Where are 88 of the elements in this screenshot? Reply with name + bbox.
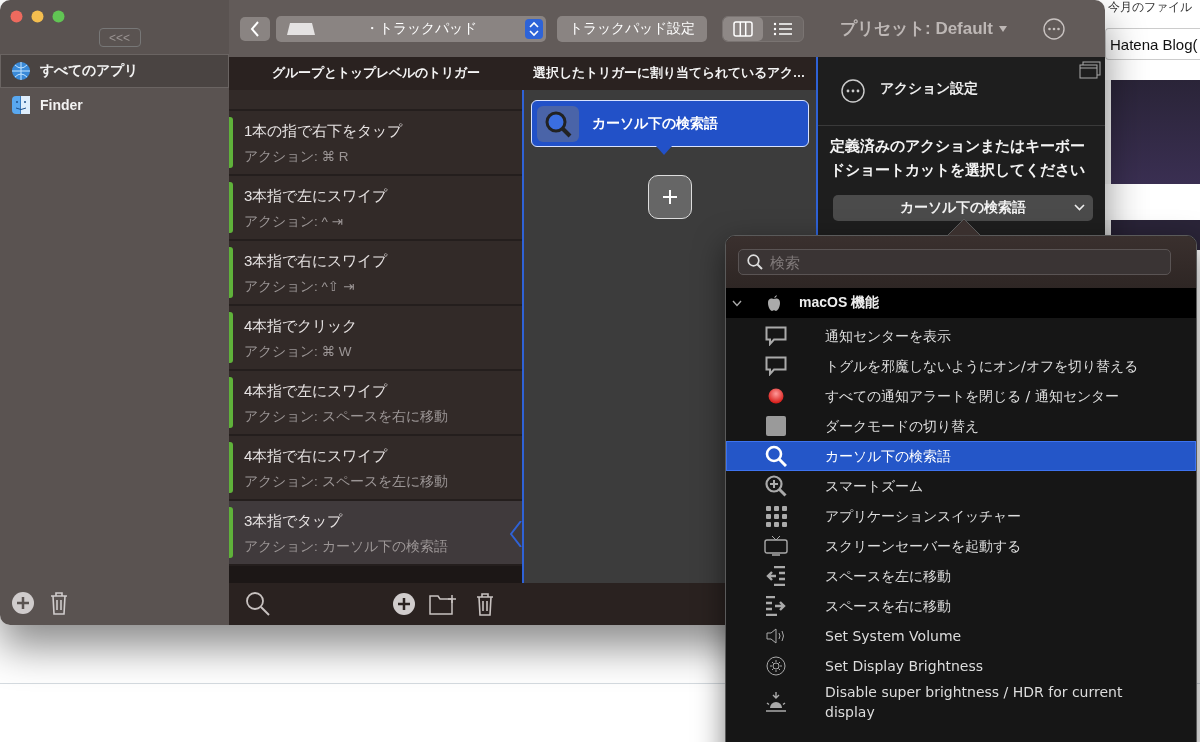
instruction-text: 定義済みのアクションまたはキーボードショートカットを選択してください [829,136,1086,180]
page-heading: 今月のファイル [1107,0,1193,14]
add-action-button[interactable] [648,175,692,219]
trigger-title: 3本指で左にスワイプ [244,187,388,206]
sidebar-item[interactable]: すべてのアプリ [0,54,229,88]
trigger-action: アクション: ^ ⇥ [244,213,344,231]
dot-icon [768,388,784,404]
column-header: 選択したトリガーに割り当てられているアク… [522,57,816,90]
trigger-title: 1本の指で右下をタップ [244,122,403,141]
action-dropdown[interactable]: カーソル下の検索語 [833,195,1093,221]
action-option[interactable]: Disable super brightness / HDR for current display [726,681,1196,723]
trigger-row[interactable]: 3本指で右にスワイプ アクション: ^⇧ ⇥ [229,241,522,306]
disclosure-chevron-icon[interactable] [732,299,742,307]
action-option[interactable]: スペースを左に移動 [726,561,1196,591]
speech-bubble-icon [765,326,787,346]
trigger-action: アクション: スペースを左に移動 [244,473,448,491]
plus-icon [662,189,678,205]
device-selector[interactable]: ・トラックパッド [276,15,546,42]
action-option[interactable]: トグルを邪魔しないようにオン/オフを切り替える [726,351,1196,381]
stepper-icon [525,18,543,39]
search-icon [537,105,579,142]
brightness-icon [766,656,786,676]
square-icon [766,416,786,436]
trigger-title: 4本指で左にスワイプ [244,382,389,401]
more-icon[interactable] [841,79,865,103]
chevron-left-icon [250,20,260,37]
add-icon[interactable] [392,592,416,616]
trigger-row[interactable]: 4本指でクリック アクション: ⌘ W [229,306,522,371]
window-control-icon[interactable] [31,10,44,23]
action-option[interactable]: カーソル下の検索語 [726,441,1196,471]
search-icon[interactable] [245,591,271,617]
arrow-right-lines-icon [765,596,787,616]
trigger-action: アクション: ⌘ R [244,148,350,166]
action-option[interactable]: Set Display Brightness [726,651,1196,681]
add-icon[interactable] [11,591,35,615]
finder-icon [11,95,31,115]
column-header: グループとトップレベルのトリガー [229,57,522,90]
apple-icon [767,295,781,311]
action-option[interactable]: すべての通知アラートを閉じる / 通知センター [726,381,1196,411]
search-icon [747,254,763,270]
window-icon[interactable] [1079,61,1101,79]
back-button[interactable] [240,16,270,41]
sidebar-item[interactable]: Finder [0,88,229,122]
action-option[interactable]: 通知センターを表示 [726,321,1196,351]
panel-title: アクション設定 [880,80,978,98]
new-folder-icon[interactable] [429,593,457,615]
arrow-left-lines-icon [765,566,787,586]
action-option[interactable]: ダークモードの切り替え [726,411,1196,441]
category-row[interactable]: macOS 機能 [726,288,1196,318]
search-icon [765,445,787,467]
pointer-icon [656,146,672,155]
action-option[interactable]: スマートズーム [726,471,1196,501]
window-control-icon[interactable] [52,10,65,23]
globe-icon [11,61,31,81]
trigger-row[interactable]: 3本指で左にスワイプ アクション: ^ ⇥ [229,176,522,241]
view-mode-control[interactable] [722,15,804,42]
trigger-action: アクション: カーソル下の検索語 [244,538,448,556]
trigger-action: アクション: ⌘ W [244,343,353,361]
speaker-icon [766,628,786,644]
trigger-row[interactable]: 4本指で右にスワイプ アクション: スペースを左に移動 [229,436,522,501]
trigger-row[interactable]: 3本指でタップ アクション: カーソル下の検索語 [229,501,522,566]
action-option[interactable]: スクリーンセーバーを起動する [726,531,1196,561]
trigger-row[interactable]: 1本の指で右下をタップ アクション: ⌘ R [229,111,522,176]
action-option[interactable]: スペースを右に移動 [726,591,1196,621]
trigger-action: アクション: ^⇧ ⇥ [244,278,356,296]
trigger-title: 4本指でクリック [244,317,358,336]
view-mode-segment[interactable] [723,16,763,41]
action-option[interactable]: アプリケーションスイッチャー [726,501,1196,531]
sunset-icon [765,691,787,713]
grid-icon [765,505,787,527]
speech-bubble-icon [765,356,787,376]
trigger-action: アクション: スペースを右に移動 [244,408,448,426]
trash-icon[interactable] [49,591,69,615]
trigger-title: 3本指でタップ [244,512,344,531]
caret-icon [999,25,1007,32]
zoom-in-icon [765,475,787,497]
settings-button[interactable]: トラックパッド設定 [557,15,707,42]
tv-icon [764,535,788,557]
chevron-down-icon [1074,204,1085,211]
list-icon [773,21,793,36]
search-field[interactable]: 検索 [738,249,1171,275]
trigger-row[interactable]: 4本指で左にスワイプ アクション: スペースを右に移動 [229,371,522,436]
trash-icon[interactable] [475,592,495,616]
trackpad-icon [286,21,316,36]
columns-icon [733,20,753,37]
trigger-title: 4本指で右にスワイプ [244,447,389,466]
action-option[interactable]: Set System Volume [726,621,1196,651]
trigger-title: 3本指で右にスワイプ [244,252,388,271]
